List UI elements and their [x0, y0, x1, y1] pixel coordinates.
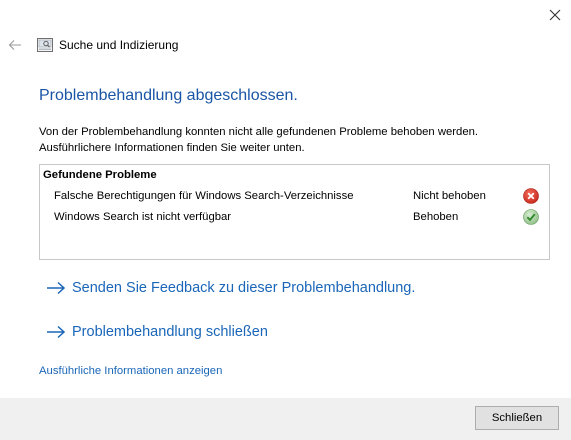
page-heading: Problembehandlung abgeschlossen. — [39, 87, 298, 104]
problems-found-title: Gefundene Probleme — [43, 169, 157, 181]
problem-status: Behoben — [413, 211, 459, 223]
close-button[interactable]: Schließen — [475, 406, 559, 430]
problem-row: Falsche Berechtigungen für Windows Searc… — [40, 187, 549, 207]
problem-name: Windows Search ist nicht verfügbar — [54, 211, 232, 223]
search-indexing-icon — [37, 38, 53, 52]
back-button[interactable] — [4, 34, 26, 56]
send-feedback-label: Senden Sie Feedback zu dieser Problembeh… — [72, 280, 416, 296]
close-icon — [549, 9, 561, 21]
problem-row: Windows Search ist nicht verfügbar Behob… — [40, 208, 549, 228]
footer-bar: Schließen — [0, 398, 571, 440]
result-description: Von der Problembehandlung konnten nicht … — [39, 126, 479, 154]
window-title: Suche und Indizierung — [59, 38, 179, 52]
troubleshooter-window: Suche und Indizierung Problembehandlung … — [0, 0, 571, 440]
arrow-right-icon — [46, 323, 66, 341]
back-arrow-icon — [8, 40, 21, 50]
send-feedback-link[interactable]: Senden Sie Feedback zu dieser Problembeh… — [46, 279, 415, 297]
problem-status: Nicht behoben — [413, 190, 486, 202]
close-troubleshooter-link[interactable]: Problembehandlung schließen — [46, 323, 268, 341]
window-close-button[interactable] — [540, 2, 570, 28]
check-icon — [523, 209, 539, 225]
view-details-link[interactable]: Ausführliche Informationen anzeigen — [39, 365, 222, 377]
problem-name: Falsche Berechtigungen für Windows Searc… — [54, 190, 354, 202]
close-troubleshooter-label: Problembehandlung schließen — [72, 324, 268, 340]
problems-found-panel: Gefundene Probleme Falsche Berechtigunge… — [39, 164, 550, 260]
error-icon — [523, 188, 539, 204]
arrow-right-icon — [46, 279, 66, 297]
